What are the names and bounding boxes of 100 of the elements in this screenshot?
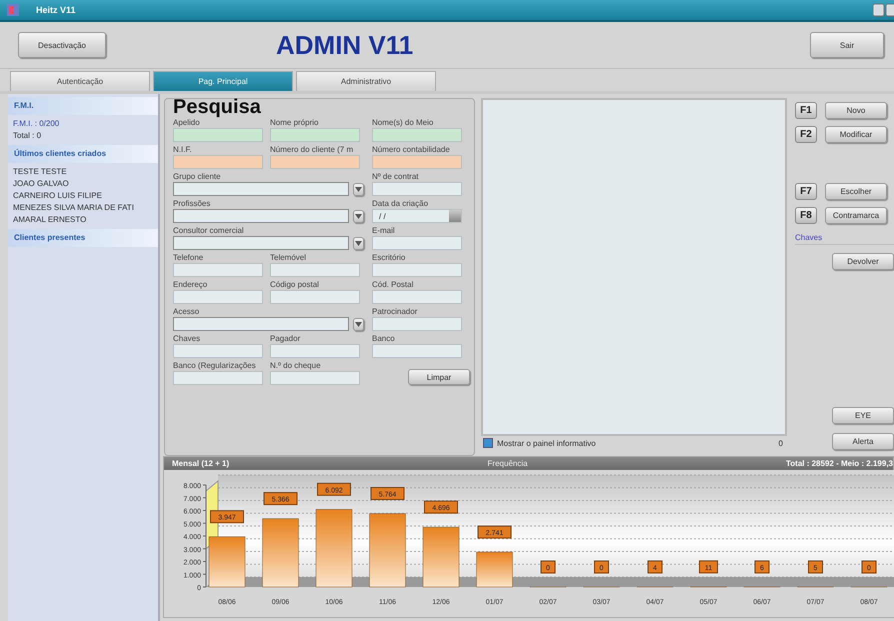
dropdown-button[interactable] <box>353 182 364 196</box>
input-field[interactable] <box>270 290 360 304</box>
input-field[interactable] <box>372 182 462 196</box>
action-button[interactable]: Novo <box>825 102 887 119</box>
list-item: TESTE TESTE <box>12 166 68 178</box>
field-label: Patrocinador <box>372 306 418 317</box>
dropdown-button[interactable] <box>353 318 364 330</box>
fmi-link[interactable]: F.M.I. : 0/200 <box>8 118 158 130</box>
input-field[interactable] <box>372 236 462 250</box>
chart-title: Frequência <box>488 459 528 468</box>
field-label: Nome próprio <box>270 117 320 128</box>
window-controls-icon <box>872 3 894 17</box>
summary-label: Total : 28592 - Meio : 2.199,3 <box>786 459 893 468</box>
deactivate-button[interactable]: Desactivação <box>18 32 106 58</box>
field-label: N.º do cheque <box>270 360 322 371</box>
field-label: Cód. Postal <box>372 279 414 290</box>
field-label: Número contabilidade <box>372 144 451 155</box>
bar <box>476 552 513 588</box>
input-field[interactable] <box>372 155 462 169</box>
dropdown-field[interactable] <box>173 209 349 223</box>
action-button[interactable]: Modificar <box>825 126 887 143</box>
input-field[interactable] <box>372 290 462 304</box>
field-label: E-mail <box>372 225 396 236</box>
dropdown-button[interactable] <box>353 236 364 250</box>
field-label: Nome(s) do Meio <box>372 117 434 128</box>
field-label: Chaves <box>173 333 202 344</box>
bar <box>208 536 246 588</box>
dropdown-button[interactable] <box>353 210 364 222</box>
field-label: Banco (Regularizações <box>173 360 257 371</box>
input-field[interactable] <box>173 290 263 304</box>
field-label: Telemóvel <box>270 252 308 263</box>
window-title: Heitz V11 <box>36 5 77 15</box>
action-button[interactable]: Contramarca <box>825 207 887 224</box>
field-label: Profissões <box>173 198 212 209</box>
exit-button[interactable]: Sair <box>810 32 884 58</box>
input-field[interactable] <box>372 128 462 142</box>
caret-icon <box>355 240 362 246</box>
field-label: N.I.F. <box>173 144 193 155</box>
input-field[interactable] <box>173 263 263 277</box>
app-icon <box>6 3 20 17</box>
input-field[interactable] <box>173 128 263 142</box>
clear-button[interactable]: Limpar <box>408 369 470 385</box>
action-button[interactable]: Escolher <box>825 183 887 200</box>
section-header: F.M.I. <box>8 97 158 115</box>
field-label: Endereço <box>173 279 208 290</box>
checkbox-label: Mostrar o painel informativo <box>497 438 597 448</box>
input-field[interactable] <box>270 344 360 358</box>
tab[interactable]: Pag. Principal <box>153 71 293 91</box>
field-label: Apelido <box>173 118 201 128</box>
action-button[interactable]: Alerta <box>832 433 894 450</box>
list-item: JOAO GALVAO <box>12 178 70 190</box>
function-key[interactable]: F7 <box>795 183 817 200</box>
calendar-button[interactable] <box>449 210 461 222</box>
app-title: ADMIN V11 <box>276 30 414 60</box>
field-label: Telefone <box>173 252 204 263</box>
bar <box>262 518 299 588</box>
field-label: Consultor comercial <box>173 225 245 236</box>
field-label: Código postal <box>270 279 320 290</box>
input-field[interactable] <box>173 155 263 169</box>
period-label: Mensal (12 + 1) <box>172 459 230 468</box>
dropdown-field[interactable] <box>173 236 349 250</box>
section-header: Últimos clientes criados <box>8 145 158 163</box>
bar <box>422 526 460 588</box>
action-button[interactable]: Devolver <box>832 253 894 270</box>
caret-icon <box>355 186 362 192</box>
section-header: Clientes presentes <box>8 229 158 247</box>
field-label: Banco <box>372 333 396 344</box>
input-field[interactable] <box>372 263 462 277</box>
function-key[interactable]: F1 <box>795 102 817 119</box>
field-label: Grupo cliente <box>173 171 222 182</box>
function-key[interactable]: F2 <box>795 126 817 143</box>
dropdown-field[interactable] <box>173 317 349 331</box>
field-label: Número do cliente (7 m <box>270 144 354 155</box>
input-field[interactable] <box>270 128 360 142</box>
list-item: CARNEIRO LUIS FILIPE <box>12 190 103 202</box>
field-label: Data da criação <box>372 198 430 209</box>
input-field[interactable] <box>270 263 360 277</box>
tab[interactable]: Autenticação <box>10 71 150 91</box>
checkbox[interactable] <box>483 438 493 448</box>
input-field[interactable] <box>270 155 360 169</box>
input-field[interactable] <box>372 317 462 331</box>
date-field[interactable]: / / <box>372 209 462 223</box>
section-title: Pesquisa <box>173 97 262 117</box>
field-label: Acesso <box>173 306 200 317</box>
input-field[interactable] <box>173 344 263 358</box>
field-label: Escritório <box>372 252 406 263</box>
count-label: 0 <box>778 438 783 448</box>
caret-icon <box>355 322 362 326</box>
field-label: Nº de contrat <box>372 171 420 182</box>
list-item: MENEZES SILVA MARIA DE FATI <box>12 202 135 214</box>
dropdown-field[interactable] <box>173 182 349 196</box>
input-field[interactable] <box>372 344 462 358</box>
list-item: AMARAL ERNESTO <box>12 214 88 226</box>
input-field[interactable] <box>173 371 263 385</box>
input-field[interactable] <box>270 371 360 385</box>
action-button[interactable]: EYE <box>832 407 894 424</box>
tab[interactable]: Administrativo <box>296 71 436 91</box>
list-item: Total : 0 <box>12 130 42 142</box>
caret-icon <box>355 214 362 218</box>
function-key[interactable]: F8 <box>795 207 817 224</box>
